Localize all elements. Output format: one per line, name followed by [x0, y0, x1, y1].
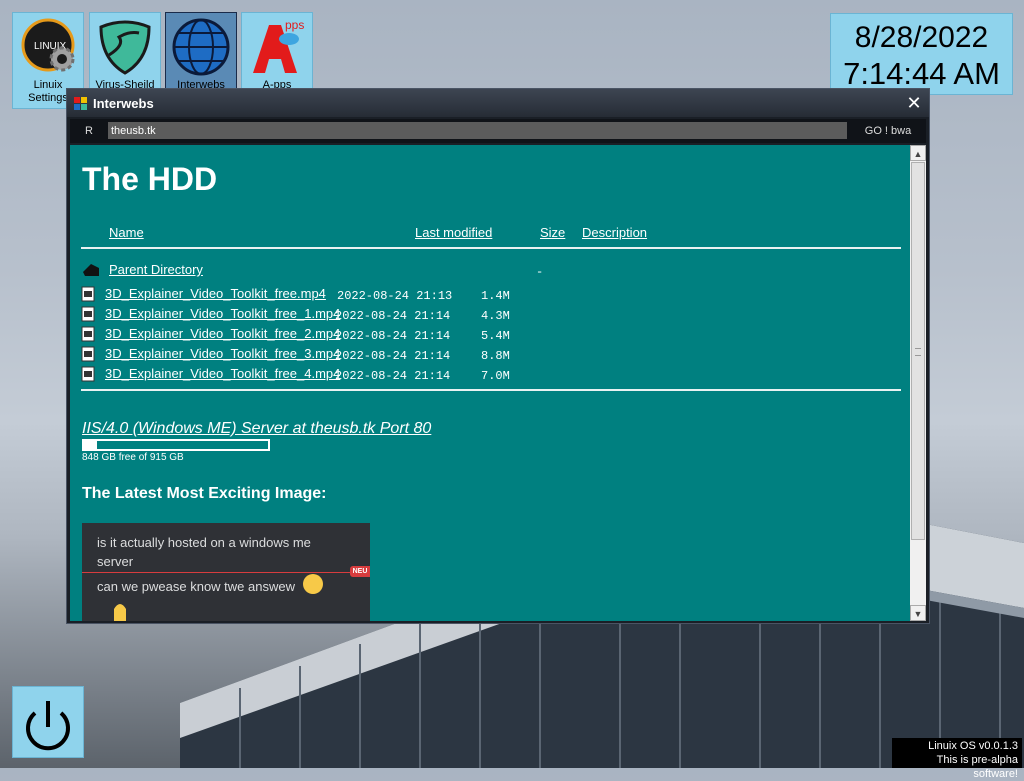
- window-title: Interwebs: [93, 96, 154, 111]
- file-size: 4.3M: [481, 309, 510, 323]
- video-file-icon: [81, 366, 95, 382]
- video-file-icon: [81, 286, 95, 302]
- apps-icon: pps: [253, 18, 304, 73]
- column-header-last-modified[interactable]: Last modified: [415, 225, 492, 240]
- power-button[interactable]: [12, 686, 84, 758]
- file-size: 1.4M: [481, 289, 510, 303]
- file-row: 3D_Explainer_Video_Toolkit_free_3.mp4 20…: [81, 345, 901, 363]
- file-link[interactable]: 3D_Explainer_Video_Toolkit_free_2.mp4: [105, 326, 340, 341]
- version-text: Linuix OS v0.0.1.3: [928, 740, 1018, 752]
- file-link[interactable]: 3D_Explainer_Video_Toolkit_free_4.mp4: [105, 366, 340, 381]
- file-modified: 2022-08-24 21:13: [337, 289, 453, 303]
- file-modified: 2022-08-24 21:14: [335, 309, 451, 323]
- svg-text:pps: pps: [285, 18, 304, 32]
- file-link[interactable]: 3D_Explainer_Video_Toolkit_free.mp4: [105, 286, 326, 301]
- power-icon: [26, 701, 70, 751]
- video-file-icon: [81, 346, 95, 362]
- divider: [81, 247, 901, 249]
- video-file-icon: [81, 326, 95, 342]
- divider: [81, 389, 901, 391]
- disk-usage-bar: [82, 439, 270, 451]
- icon-label: Settings: [28, 92, 68, 104]
- web-content: The HDD Name Last modified Size Descript…: [70, 145, 910, 621]
- address-bar: R GO ! bwa: [70, 119, 926, 143]
- file-modified: 2022-08-24 21:14: [335, 349, 451, 363]
- go-button[interactable]: GO ! bwa: [852, 122, 924, 140]
- new-badge: NEU: [350, 566, 370, 577]
- file-link[interactable]: 3D_Explainer_Video_Toolkit_free_3.mp4: [105, 346, 340, 361]
- file-row: 3D_Explainer_Video_Toolkit_free_4.mp4 20…: [81, 365, 901, 383]
- video-file-icon: [81, 306, 95, 322]
- file-row: 3D_Explainer_Video_Toolkit_free_1.mp4 20…: [81, 305, 901, 323]
- parent-size: -: [536, 265, 544, 279]
- disk-free-area: [96, 441, 268, 449]
- linuix-settings-icon: LINUIX: [21, 18, 75, 72]
- emoji-icon: [303, 574, 323, 594]
- parent-directory-row: Parent Directory -: [81, 261, 901, 279]
- window-titlebar[interactable]: Interwebs ✕: [67, 89, 929, 117]
- close-button[interactable]: ✕: [905, 94, 923, 112]
- globe-icon: [172, 18, 230, 76]
- scroll-up-button[interactable]: ▲: [910, 145, 926, 161]
- file-row: 3D_Explainer_Video_Toolkit_free.mp4 2022…: [81, 285, 901, 303]
- close-icon: ✕: [906, 93, 922, 113]
- file-size: 8.8M: [481, 349, 510, 363]
- icon-label: Linuix: [33, 79, 63, 91]
- meme-line-1: is it actually hosted on a windows me se…: [97, 535, 311, 569]
- column-header-name[interactable]: Name: [109, 225, 144, 240]
- server-address: IIS/4.0 (Windows ME) Server at theusb.tk…: [82, 420, 432, 437]
- latest-image-heading: The Latest Most Exciting Image:: [82, 485, 327, 502]
- hand-icon: [114, 604, 126, 621]
- scroll-down-button[interactable]: ▼: [910, 605, 926, 621]
- file-size: 5.4M: [481, 329, 510, 343]
- prealpha-text: This is pre-alpha software!: [936, 754, 1018, 780]
- scroll-thumb[interactable]: [911, 162, 925, 540]
- clock-widget: 8/28/2022 7:14:44 AM: [830, 13, 1013, 95]
- disk-usage-text: 848 GB free of 915 GB: [82, 452, 184, 463]
- parent-directory-link[interactable]: Parent Directory: [109, 262, 203, 277]
- interwebs-window: Interwebs ✕ R GO ! bwa The HDD Name Last…: [66, 88, 930, 624]
- new-messages-divider: [82, 572, 370, 573]
- file-modified: 2022-08-24 21:14: [335, 329, 451, 343]
- window-app-icon: [74, 97, 87, 110]
- meme-line-2: can we pwease know twe answew: [97, 579, 295, 594]
- file-link[interactable]: 3D_Explainer_Video_Toolkit_free_1.mp4: [105, 306, 340, 321]
- vertical-scrollbar[interactable]: ▲ ▼: [910, 145, 926, 621]
- file-size: 7.0M: [481, 369, 510, 383]
- url-input[interactable]: [108, 122, 847, 139]
- clock-time: 7:14:44 AM: [843, 56, 1000, 91]
- refresh-button[interactable]: R: [74, 122, 104, 140]
- grip-icon: [915, 348, 921, 356]
- shield-icon: [99, 20, 151, 75]
- version-banner: Linuix OS v0.0.1.3 This is pre-alpha sof…: [892, 738, 1022, 780]
- back-folder-icon: [83, 264, 99, 276]
- page-title: The HDD: [82, 161, 218, 197]
- column-header-size[interactable]: Size: [540, 225, 565, 240]
- file-modified: 2022-08-24 21:14: [335, 369, 451, 383]
- column-header-description[interactable]: Description: [582, 225, 647, 240]
- file-row: 3D_Explainer_Video_Toolkit_free_2.mp4 20…: [81, 325, 901, 343]
- clock-date: 8/28/2022: [854, 21, 989, 54]
- latest-image: is it actually hosted on a windows me se…: [82, 523, 370, 621]
